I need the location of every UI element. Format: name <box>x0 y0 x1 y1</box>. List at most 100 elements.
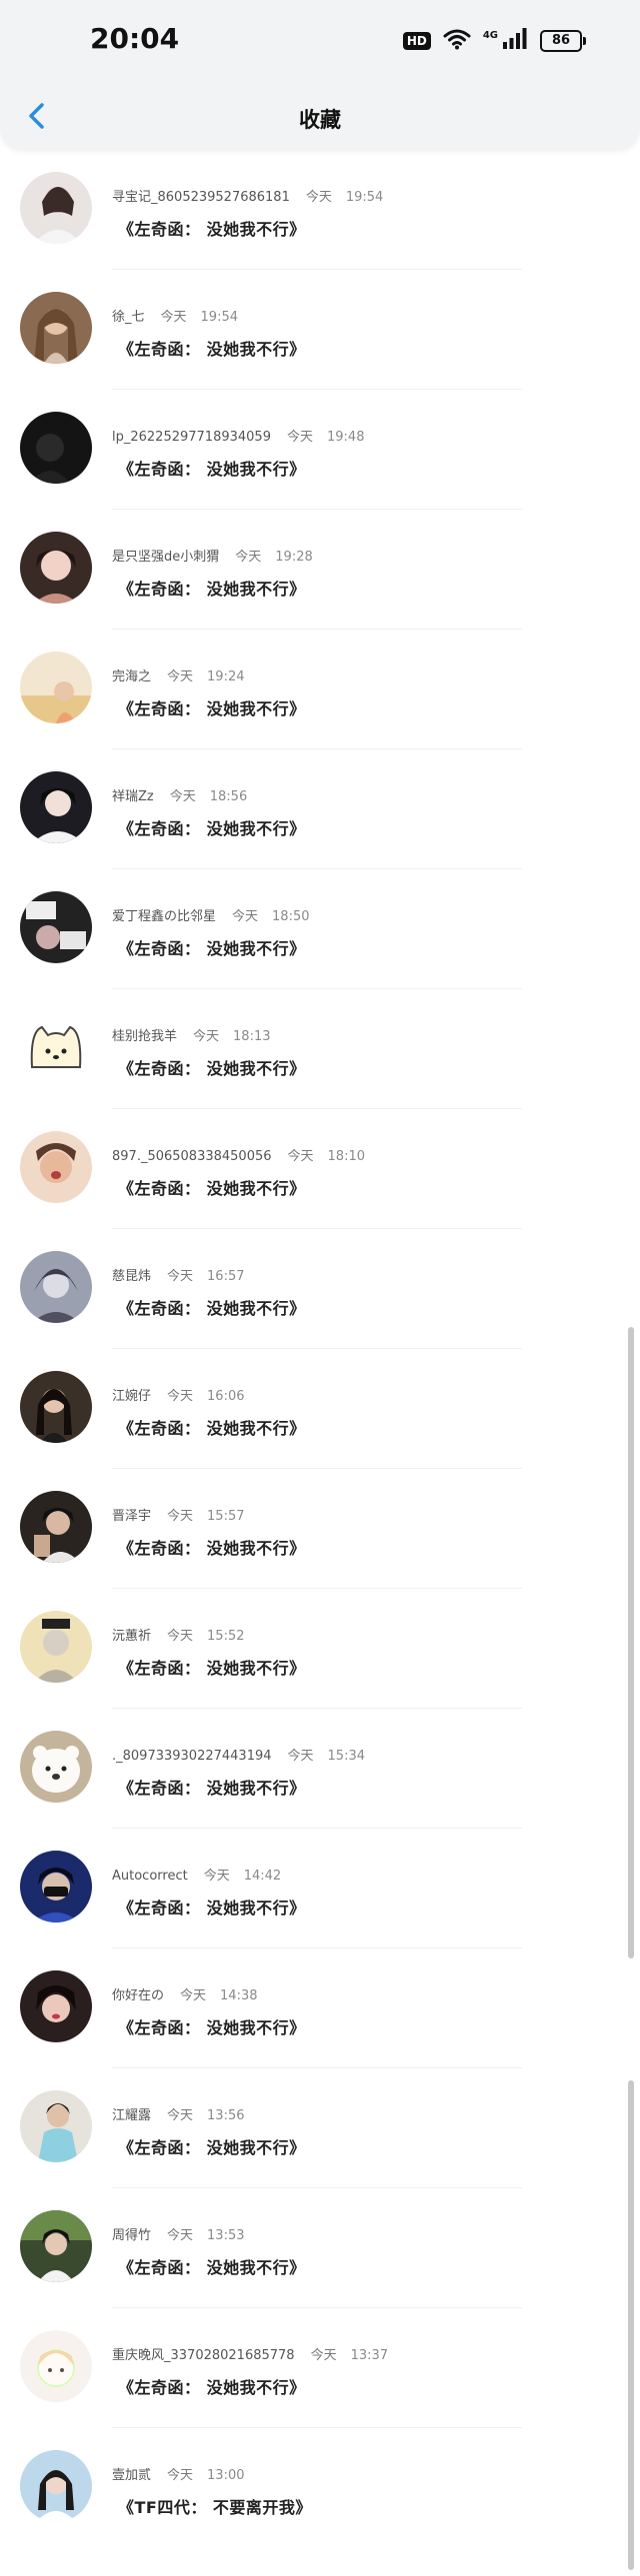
user-name[interactable]: 897._506508338450056 <box>112 1149 272 1164</box>
item-time: 19:48 <box>327 430 365 445</box>
item-title[interactable]: 《左奇函： 没她我不行》 <box>118 2014 306 2038</box>
list-item[interactable]: 是只坚强de小刺猬 今天 19:28 《左奇函： 没她我不行》 <box>0 510 640 630</box>
avatar[interactable] <box>20 1011 92 1083</box>
item-title[interactable]: 《左奇函： 没她我不行》 <box>118 336 306 360</box>
item-meta: 重庆晚风_337028021685778 今天 13:37 <box>112 2344 388 2363</box>
list-item[interactable]: 祥瑞Zz 今天 18:56 《左奇函： 没她我不行》 <box>0 749 640 869</box>
avatar[interactable] <box>20 891 92 963</box>
scrollbar-thumb-secondary[interactable] <box>628 2080 634 2570</box>
scrollbar-thumb[interactable] <box>628 1327 634 1958</box>
avatar[interactable] <box>20 771 92 843</box>
list-item[interactable]: 江婉仔 今天 16:06 《左奇函： 没她我不行》 <box>0 1349 640 1469</box>
avatar[interactable] <box>20 1611 92 1683</box>
user-name[interactable]: 完海之 <box>112 669 151 684</box>
avatar[interactable] <box>20 172 92 244</box>
avatar[interactable] <box>20 1970 92 2042</box>
avatar[interactable] <box>20 2450 92 2522</box>
item-time: 14:42 <box>243 1869 282 1884</box>
avatar[interactable] <box>20 1491 92 1563</box>
item-time: 16:06 <box>207 1389 245 1404</box>
avatar[interactable] <box>20 1731 92 1803</box>
item-title[interactable]: 《左奇函： 没她我不行》 <box>118 1415 306 1439</box>
signal-icon <box>502 28 528 54</box>
item-title[interactable]: 《左奇函： 没她我不行》 <box>118 576 306 600</box>
item-time: 18:56 <box>209 789 248 804</box>
item-meta: 完海之 今天 19:24 <box>112 665 245 684</box>
user-name[interactable]: 桂别抢我羊 <box>112 1029 177 1044</box>
item-day: 今天 <box>167 2108 194 2123</box>
user-name[interactable]: 爱丁程鑫の比邻星 <box>112 909 216 924</box>
user-name[interactable]: ._8097339302274431​94 <box>112 1749 272 1764</box>
item-title[interactable]: 《左奇函： 没她我不行》 <box>118 1055 306 1079</box>
hd-badge: HD <box>402 32 431 50</box>
item-title[interactable]: 《左奇函： 没她我不行》 <box>118 695 306 719</box>
item-title[interactable]: 《左奇函： 没她我不行》 <box>118 1175 306 1199</box>
list-item[interactable]: 徐_七 今天 19:54 《左奇函： 没她我不行》 <box>0 270 640 390</box>
user-name[interactable]: Autocorrect <box>112 1869 188 1884</box>
item-title[interactable]: 《左奇函： 没她我不行》 <box>118 1295 306 1319</box>
user-name[interactable]: 晋泽宇 <box>112 1509 151 1524</box>
item-meta: lp_26225297718934059 今天 19:48 <box>112 426 364 445</box>
user-name[interactable]: 周得竹 <box>112 2228 151 2243</box>
header: 20:04 HD 4G 86 收藏 <box>0 0 640 150</box>
avatar[interactable] <box>20 532 92 604</box>
list-item[interactable]: 寻宝记_8605239527686181 今天 19:54 《左奇函： 没她我不行》 <box>0 150 640 270</box>
list-item[interactable]: ._8097339302274431​94 今天 15:34 《左奇函： 没她我不行… <box>0 1709 640 1829</box>
item-title[interactable]: 《左奇函： 没她我不行》 <box>118 935 306 959</box>
list-item[interactable]: 897._506508338450056 今天 18:10 《左奇函： 没她我不行》 <box>0 1109 640 1229</box>
item-time: 13:37 <box>350 2348 389 2363</box>
list-item[interactable]: 周得竹 今天 13:53 《左奇函： 没她我不行》 <box>0 2188 640 2308</box>
item-title[interactable]: 《左奇函： 没她我不行》 <box>118 456 306 480</box>
item-title[interactable]: 《左奇函： 没她我不行》 <box>118 2374 306 2398</box>
avatar[interactable] <box>20 2090 92 2162</box>
list-item[interactable]: 江耀露 今天 13:56 《左奇函： 没她我不行》 <box>0 2068 640 2188</box>
user-name[interactable]: 慈昆炜 <box>112 1269 151 1284</box>
item-title[interactable]: 《左奇函： 没她我不行》 <box>118 1655 306 1679</box>
item-day: 今天 <box>287 1149 314 1164</box>
avatar[interactable] <box>20 651 92 723</box>
user-name[interactable]: 江耀露 <box>112 2108 151 2123</box>
avatar[interactable] <box>20 2330 92 2402</box>
item-title[interactable]: 《TF四代： 不要离开我》 <box>118 2494 312 2518</box>
avatar[interactable] <box>20 1371 92 1443</box>
item-title[interactable]: 《左奇函： 没她我不行》 <box>118 1775 306 1799</box>
user-name[interactable]: 徐_七 <box>112 310 145 325</box>
list-item[interactable]: 爱丁程鑫の比邻星 今天 18:50 《左奇函： 没她我不行》 <box>0 869 640 989</box>
avatar[interactable] <box>20 1251 92 1323</box>
item-meta: 是只坚强de小刺猬 今天 19:28 <box>112 546 313 565</box>
list-item[interactable]: lp_26225297718934059 今天 19:48 《左奇函： 没她我不行》 <box>0 390 640 510</box>
list-item[interactable]: 壹加贰 今天 13:00 《TF四代： 不要离开我》 <box>0 2428 640 2548</box>
item-title[interactable]: 《左奇函： 没她我不行》 <box>118 216 306 240</box>
list-item[interactable]: 慈昆炜 今天 16:57 《左奇函： 没她我不行》 <box>0 1229 640 1349</box>
avatar[interactable] <box>20 1131 92 1203</box>
avatar[interactable] <box>20 412 92 484</box>
item-title[interactable]: 《左奇函： 没她我不行》 <box>118 1535 306 1559</box>
avatar[interactable] <box>20 1851 92 1923</box>
list-item[interactable]: 晋泽宇 今天 15:57 《左奇函： 没她我不行》 <box>0 1469 640 1589</box>
user-name[interactable]: 是只坚强de小刺猬 <box>112 550 219 565</box>
item-title[interactable]: 《左奇函： 没她我不行》 <box>118 815 306 839</box>
item-title[interactable]: 《左奇函： 没她我不行》 <box>118 2134 306 2158</box>
user-name[interactable]: 沅蕙祈 <box>112 1629 151 1644</box>
avatar[interactable] <box>20 292 92 364</box>
list-item[interactable]: 桂别抢我羊 今天 18:13 《左奇函： 没她我不行》 <box>0 989 640 1109</box>
user-name[interactable]: 祥瑞Zz <box>112 789 154 804</box>
item-title[interactable]: 《左奇函： 没她我不行》 <box>118 2254 306 2278</box>
user-name[interactable]: 重庆晚风_337028021685778 <box>112 2348 295 2363</box>
avatar[interactable] <box>20 2210 92 2282</box>
item-day: 今天 <box>203 1869 230 1884</box>
status-bar: 20:04 HD 4G 86 <box>0 0 640 86</box>
item-day: 今天 <box>310 2348 337 2363</box>
list-item[interactable]: 沅蕙祈 今天 15:52 《左奇函： 没她我不行》 <box>0 1589 640 1709</box>
user-name[interactable]: lp_26225297718934059 <box>112 430 271 445</box>
user-name[interactable]: 你好在の <box>112 1988 164 2003</box>
list-item[interactable]: 你好在の 今天 14:38 《左奇函： 没她我不行》 <box>0 1948 640 2068</box>
list-item[interactable]: 完海之 今天 19:24 《左奇函： 没她我不行》 <box>0 630 640 749</box>
user-name[interactable]: 壹加贰 <box>112 2468 151 2483</box>
user-name[interactable]: 江婉仔 <box>112 1389 151 1404</box>
list-item[interactable]: Autocorrect 今天 14:42 《左奇函： 没她我不行》 <box>0 1829 640 1948</box>
item-time: 14:38 <box>220 1988 258 2003</box>
list-item[interactable]: 重庆晚风_337028021685778 今天 13:37 《左奇函： 没她我不行》 <box>0 2308 640 2428</box>
item-title[interactable]: 《左奇函： 没她我不行》 <box>118 1895 306 1919</box>
user-name[interactable]: 寻宝记_8605239527686181 <box>112 190 290 205</box>
